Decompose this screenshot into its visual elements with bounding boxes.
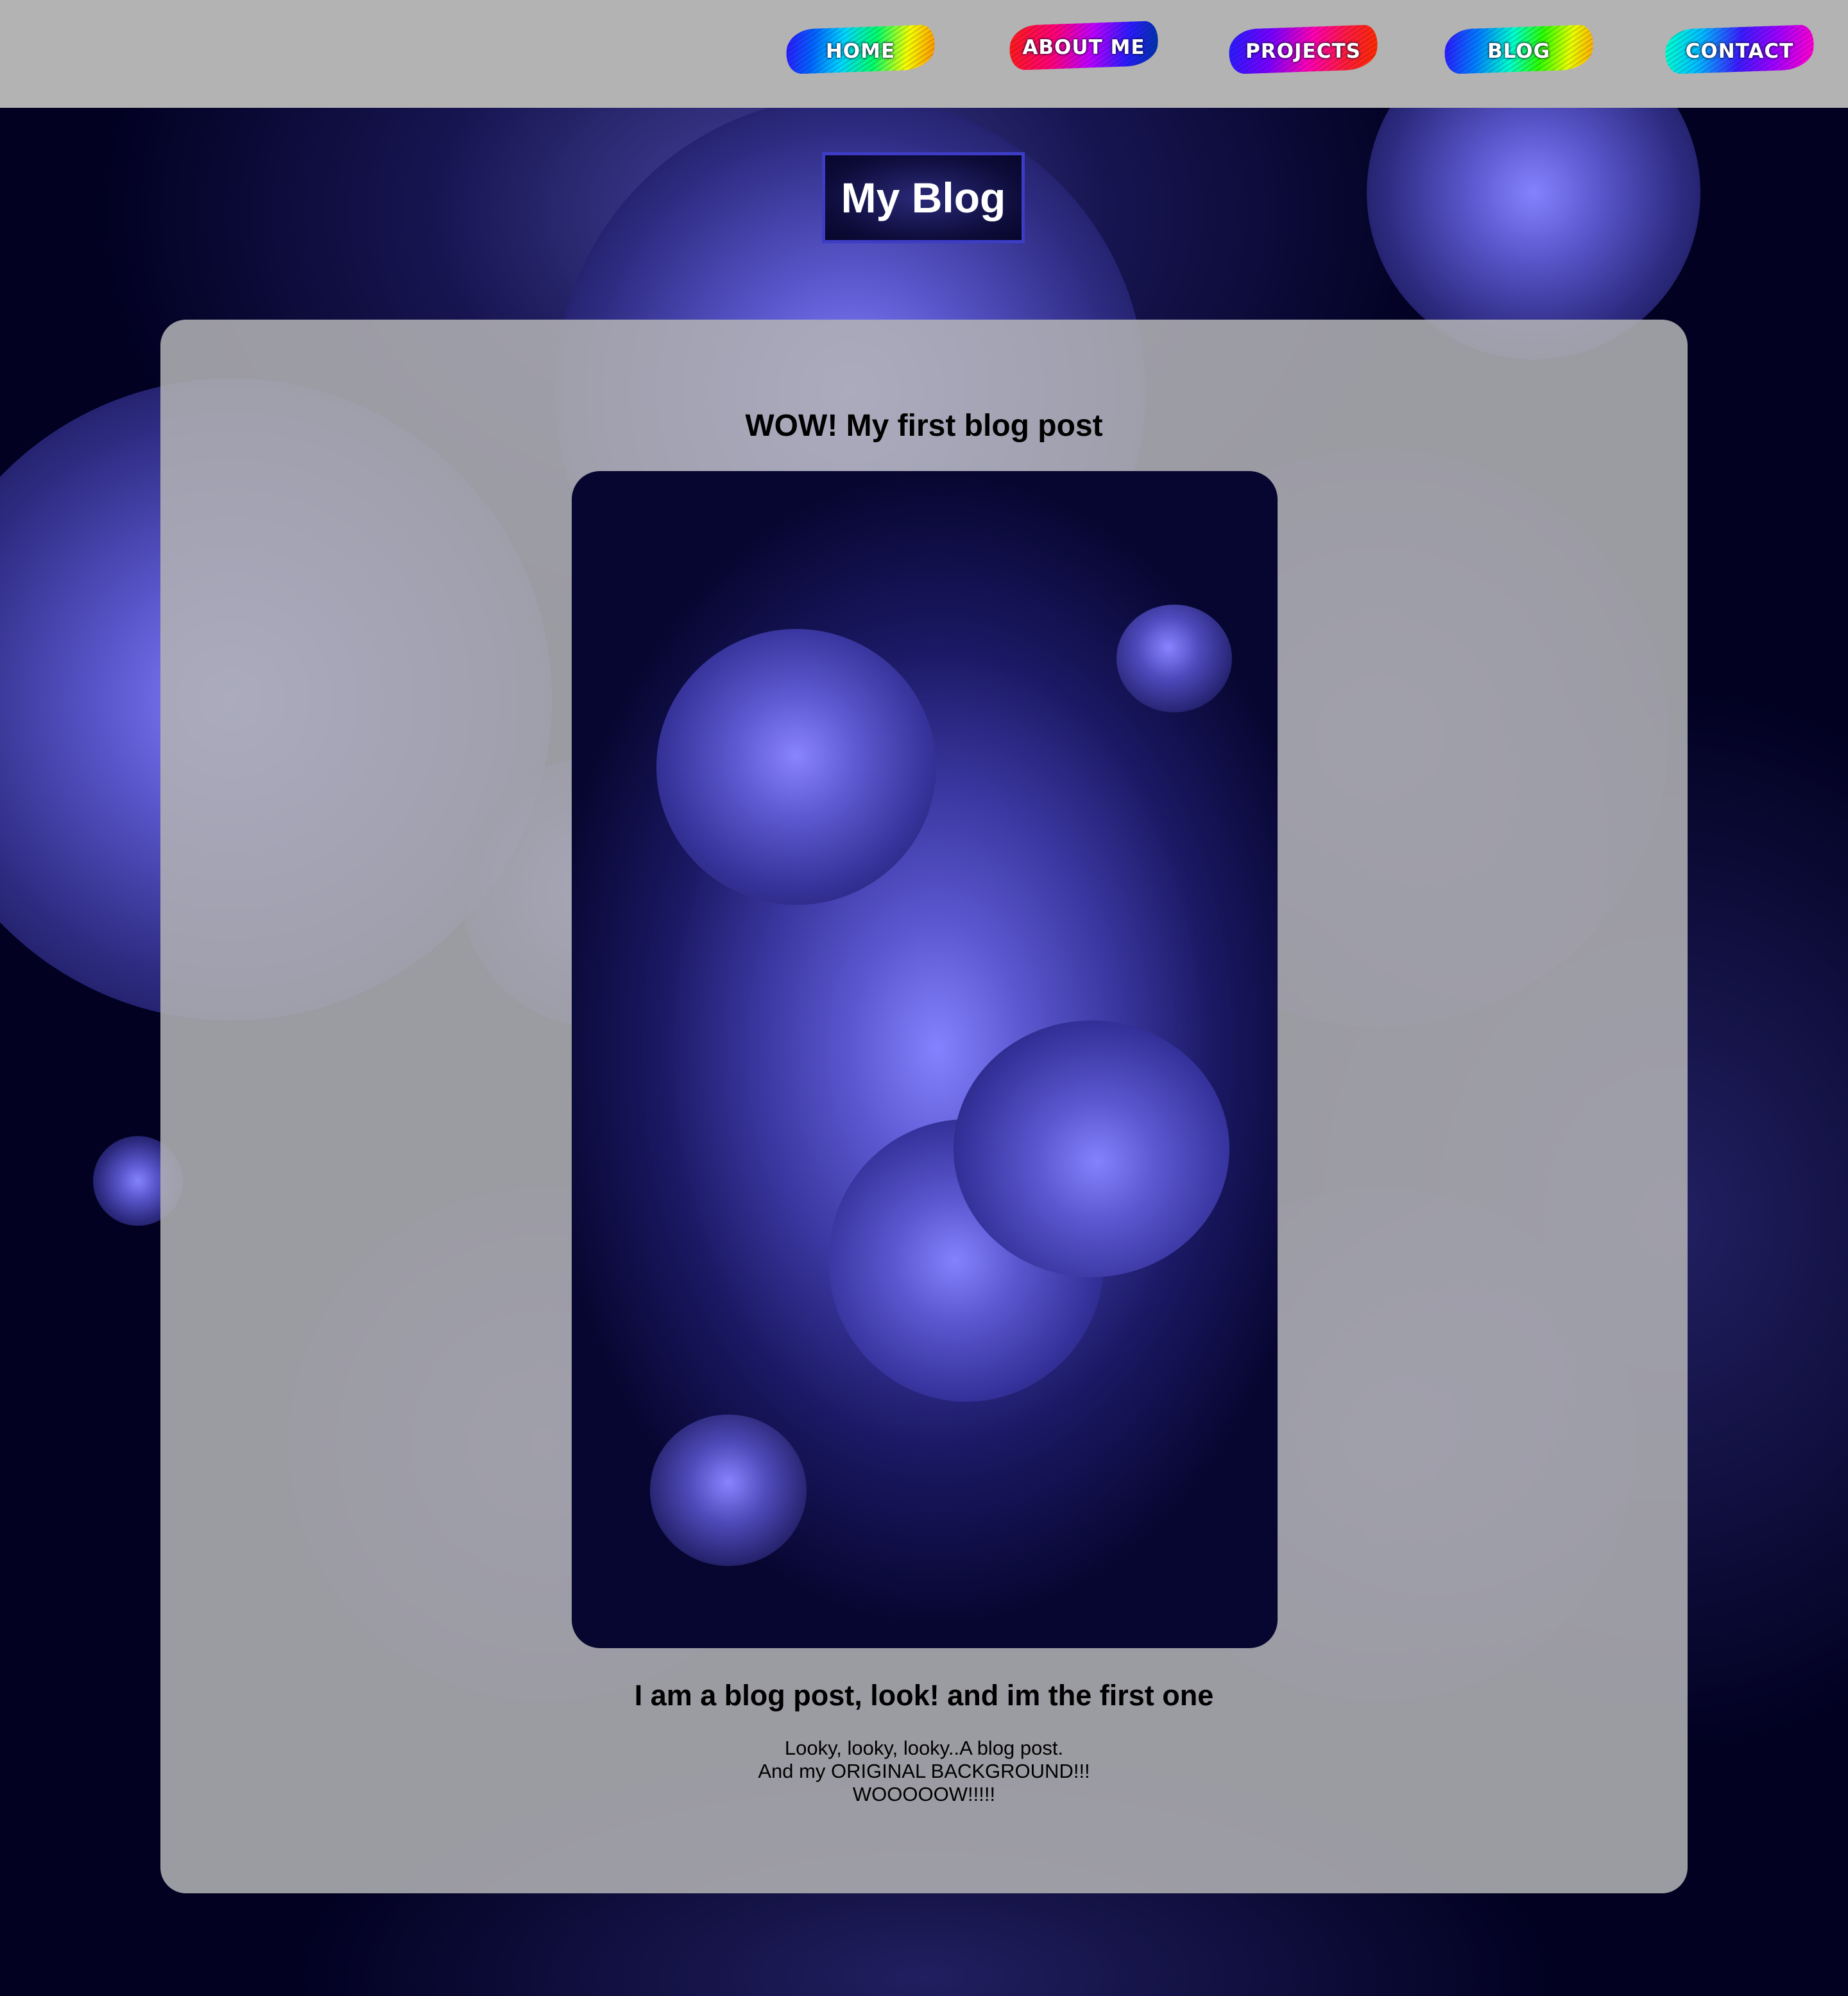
nav-projects-link[interactable]: PROJECTS	[1226, 24, 1381, 78]
nav-blog-link[interactable]: BLOG	[1441, 24, 1596, 78]
nav-home-label: HOME	[825, 40, 896, 63]
nav-home-link[interactable]: HOME	[783, 24, 938, 78]
nav-about-label: ABOUT ME	[1022, 36, 1145, 59]
top-nav-bar: HOME ABOUT ME PROJECTS BLOG CONTACT	[0, 0, 1848, 108]
blog-post-card: WOW! My first blog post I am a blog post…	[160, 320, 1688, 1893]
post-body-line: WOOOOOW!!!!!	[852, 1783, 996, 1805]
image-orb	[954, 1020, 1229, 1277]
post-image	[572, 471, 1278, 1648]
image-orb	[656, 629, 936, 905]
image-orb	[650, 1415, 807, 1566]
post-subtitle: I am a blog post, look! and im the first…	[634, 1679, 1214, 1712]
post-title: WOW! My first blog post	[745, 409, 1103, 443]
post-body-line: And my ORIGINAL BACKGROUND!!!	[758, 1760, 1090, 1782]
nav-contact-label: CONTACT	[1685, 40, 1794, 63]
nav-about-link[interactable]: ABOUT ME	[1006, 21, 1161, 74]
post-body-line: Looky, looky, looky..A blog post.	[784, 1737, 1064, 1759]
nav-projects-label: PROJECTS	[1245, 40, 1361, 63]
post-body: Looky, looky, looky..A blog post. And my…	[160, 1737, 1688, 1806]
page-title-box: My Blog	[822, 152, 1025, 243]
nav-blog-label: BLOG	[1487, 40, 1551, 63]
nav-contact-link[interactable]: CONTACT	[1662, 24, 1817, 78]
image-orb	[1116, 605, 1232, 712]
page-title: My Blog	[841, 174, 1006, 221]
